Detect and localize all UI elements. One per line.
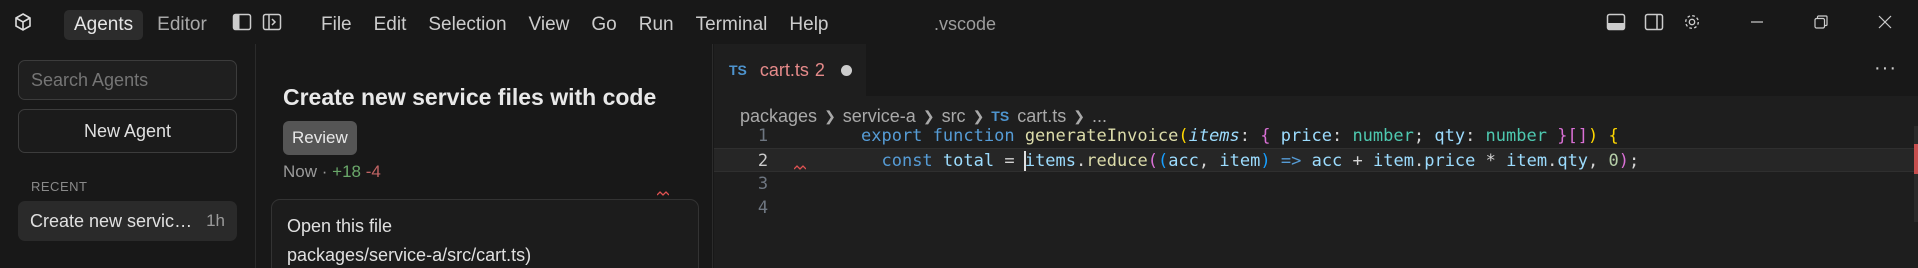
recent-agent-title: Create new service files with code xyxy=(30,210,199,231)
chevron-right-icon: ❯ xyxy=(922,107,935,124)
code-editor[interactable]: 1 export function generateInvoice(items:… xyxy=(657,124,1918,268)
code-text: export function generateInvoice(items: {… xyxy=(861,126,1619,146)
message-line: Open this file xyxy=(287,216,393,236)
scrollbar-error-marker xyxy=(1914,144,1918,174)
mode-tab-agents[interactable]: Agents xyxy=(64,10,144,40)
gear-icon[interactable] xyxy=(1682,13,1702,31)
layout-controls xyxy=(1606,13,1702,31)
menu-file[interactable]: File xyxy=(310,10,363,40)
code-line-active: 2 const total = items.reduce((acc, item)… xyxy=(714,148,1918,172)
recent-section-label: RECENT xyxy=(31,179,88,194)
window-title: .vscode xyxy=(934,14,997,34)
restore-icon xyxy=(1814,15,1828,29)
menu-terminal[interactable]: Terminal xyxy=(685,10,779,40)
mode-tab-editor[interactable]: Editor xyxy=(147,10,217,40)
code-line: 3 xyxy=(714,172,1918,196)
minimize-icon xyxy=(1751,21,1763,23)
layout-toggles xyxy=(232,13,282,31)
window-controls xyxy=(1725,0,1917,44)
typescript-file-icon: TS xyxy=(991,108,1010,124)
code-line: 4 xyxy=(714,196,1918,220)
new-agent-button[interactable]: New Agent xyxy=(18,109,237,153)
line-number: 4 xyxy=(757,198,769,218)
toggle-panel-icon[interactable] xyxy=(262,13,282,31)
recent-agent-item[interactable]: Create new service files with code 1h xyxy=(18,201,237,241)
toggle-sidebar-icon[interactable] xyxy=(232,13,252,31)
toggle-bottom-panel-icon[interactable] xyxy=(1606,13,1626,31)
chevron-right-icon: ❯ xyxy=(972,107,985,124)
mode-switcher: Agents Editor xyxy=(64,10,217,40)
toggle-secondary-sidebar-icon[interactable] xyxy=(1644,13,1664,31)
menu-bar: File Edit Selection View Go Run Terminal… xyxy=(310,10,840,40)
diff-deletions: -4 xyxy=(365,162,381,181)
typescript-file-icon: TS xyxy=(729,62,747,78)
menu-selection[interactable]: Selection xyxy=(417,10,517,40)
menu-edit[interactable]: Edit xyxy=(363,10,418,40)
menu-run[interactable]: Run xyxy=(628,10,685,40)
close-icon xyxy=(1878,15,1892,29)
menu-help[interactable]: Help xyxy=(778,10,839,40)
unsaved-dot-icon[interactable] xyxy=(840,64,852,76)
line-number: 1 xyxy=(757,126,769,146)
title-bar: Agents Editor File Edit Selection View G… xyxy=(0,0,1918,44)
chevron-right-icon: ❯ xyxy=(1073,107,1085,124)
minimize-button[interactable] xyxy=(1725,0,1789,44)
restore-button[interactable] xyxy=(1789,0,1853,44)
recent-agent-time: 1h xyxy=(206,211,225,230)
code-line: 1 export function generateInvoice(items:… xyxy=(714,124,1918,148)
meta-separator: · xyxy=(321,162,328,181)
menu-go[interactable]: Go xyxy=(580,10,627,40)
review-button[interactable]: Review xyxy=(283,121,357,155)
chat-time: Now xyxy=(283,162,318,181)
user-message-card: Open this file packages/service-a/src/ca… xyxy=(271,199,699,268)
close-window-button[interactable] xyxy=(1853,0,1917,44)
diff-additions: +18 xyxy=(332,162,361,181)
agent-chat-panel: Create new service files with code Revie… xyxy=(257,44,713,268)
app-logo-icon xyxy=(15,13,31,31)
more-actions-button[interactable]: ··· xyxy=(1874,57,1897,80)
search-agents-input[interactable] xyxy=(18,60,237,100)
chevron-right-icon: ❯ xyxy=(824,107,836,124)
tab-problem-count: 2 xyxy=(814,59,825,80)
editor-tab-cart-ts[interactable]: TS cart.ts 2 xyxy=(714,44,866,96)
error-squiggle[interactable] xyxy=(794,165,806,171)
editor-tab-bar: TS cart.ts 2 ··· xyxy=(714,44,1918,96)
agents-sidebar: New Agent RECENT Create new service file… xyxy=(0,44,256,268)
vertical-scrollbar[interactable] xyxy=(1914,126,1918,222)
code-text: const total = items.reduce((acc, item) =… xyxy=(881,151,1640,171)
message-line: packages/service-a/src/cart.ts) xyxy=(287,245,532,265)
tab-filename: cart.ts xyxy=(759,59,809,80)
chat-title: Create new service files with code xyxy=(283,84,657,110)
editor-group: TS cart.ts 2 ··· packages ❯ service-a ❯ … xyxy=(657,44,1918,268)
error-squiggle[interactable] xyxy=(657,191,669,197)
menu-view[interactable]: View xyxy=(518,10,581,40)
chat-meta: Now · +18 -4 xyxy=(283,162,381,182)
line-number: 3 xyxy=(757,174,769,194)
